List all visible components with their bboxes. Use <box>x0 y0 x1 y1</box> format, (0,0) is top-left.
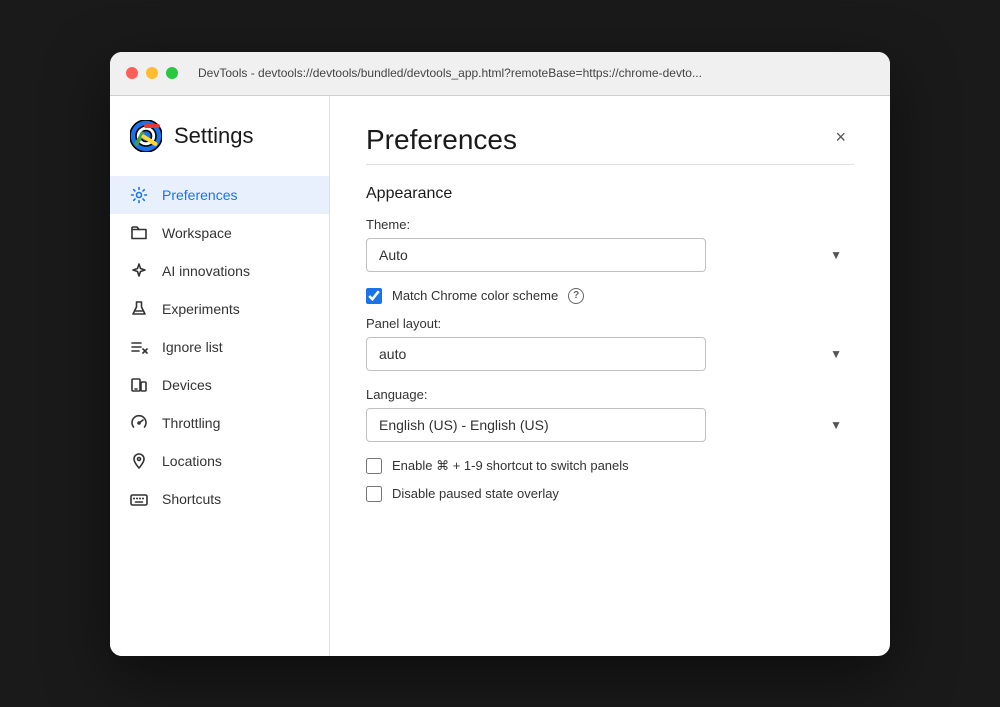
section-divider <box>366 164 854 165</box>
sidebar-item-throttling[interactable]: Throttling <box>110 404 329 442</box>
appearance-section: Appearance Theme: Auto Light Dark System… <box>366 185 854 502</box>
panel-layout-select[interactable]: auto horizontal vertical <box>366 337 706 371</box>
settings-heading: Settings <box>174 123 254 149</box>
device-icon <box>130 376 148 394</box>
shortcut-switch-label: Enable ⌘ + 1-9 shortcut to switch panels <box>392 458 629 474</box>
sidebar-item-workspace[interactable]: Workspace <box>110 214 329 252</box>
sidebar: Settings Preferences <box>110 96 330 656</box>
folder-icon <box>130 224 148 242</box>
match-chrome-checkbox[interactable] <box>366 288 382 304</box>
sidebar-item-ai-innovations[interactable]: AI innovations <box>110 252 329 290</box>
sidebar-item-label-ai: AI innovations <box>162 263 250 279</box>
sidebar-nav: Preferences Workspace <box>110 176 329 518</box>
titlebar-title: DevTools - devtools://devtools/bundled/d… <box>198 66 874 80</box>
content-area: Settings Preferences <box>110 96 890 656</box>
language-select-wrapper: English (US) - English (US) System defau… <box>366 408 854 442</box>
sidebar-item-label-experiments: Experiments <box>162 301 240 317</box>
theme-select-wrapper: Auto Light Dark System preference ▼ <box>366 238 854 272</box>
titlebar: DevTools - devtools://devtools/bundled/d… <box>110 52 890 96</box>
main-content: Preferences × Appearance Theme: Auto Lig… <box>330 96 890 656</box>
sidebar-item-shortcuts[interactable]: Shortcuts <box>110 480 329 518</box>
language-label: Language: <box>366 387 854 402</box>
gear-icon <box>130 186 148 204</box>
gauge-icon <box>130 414 148 432</box>
shortcut-switch-row: Enable ⌘ + 1-9 shortcut to switch panels <box>366 458 854 474</box>
page-title: Preferences <box>366 124 517 156</box>
disable-paused-checkbox[interactable] <box>366 486 382 502</box>
sidebar-item-label-devices: Devices <box>162 377 212 393</box>
panel-layout-select-arrow: ▼ <box>830 347 842 361</box>
sidebar-item-ignore-list[interactable]: Ignore list <box>110 328 329 366</box>
maximize-traffic-light[interactable] <box>166 67 178 79</box>
list-cross-icon <box>130 338 148 356</box>
close-traffic-light[interactable] <box>126 67 138 79</box>
sidebar-item-label-throttling: Throttling <box>162 415 220 431</box>
sidebar-item-label-preferences: Preferences <box>162 187 237 203</box>
sidebar-item-locations[interactable]: Locations <box>110 442 329 480</box>
main-header: Preferences × <box>366 124 854 156</box>
sidebar-item-experiments[interactable]: Experiments <box>110 290 329 328</box>
theme-select[interactable]: Auto Light Dark System preference <box>366 238 706 272</box>
sidebar-item-label-shortcuts: Shortcuts <box>162 491 221 507</box>
match-chrome-help-icon[interactable]: ? <box>568 288 584 304</box>
match-chrome-row: Match Chrome color scheme ? <box>366 288 854 304</box>
sidebar-item-label-locations: Locations <box>162 453 222 469</box>
sidebar-item-label-workspace: Workspace <box>162 225 232 241</box>
language-select[interactable]: English (US) - English (US) System defau… <box>366 408 706 442</box>
panel-layout-label: Panel layout: <box>366 316 854 331</box>
language-select-arrow: ▼ <box>830 418 842 432</box>
match-chrome-label: Match Chrome color scheme <box>392 288 558 303</box>
sidebar-item-devices[interactable]: Devices <box>110 366 329 404</box>
panel-layout-select-wrapper: auto horizontal vertical ▼ <box>366 337 854 371</box>
chrome-icon <box>130 120 162 152</box>
keyboard-icon <box>130 490 148 508</box>
sparkle-icon <box>130 262 148 280</box>
app-window: DevTools - devtools://devtools/bundled/d… <box>110 52 890 656</box>
appearance-title: Appearance <box>366 185 854 203</box>
disable-paused-row: Disable paused state overlay <box>366 486 854 502</box>
close-button[interactable]: × <box>827 124 854 150</box>
sidebar-item-preferences[interactable]: Preferences <box>110 176 329 214</box>
theme-select-arrow: ▼ <box>830 248 842 262</box>
pin-icon <box>130 452 148 470</box>
sidebar-item-label-ignore: Ignore list <box>162 339 223 355</box>
minimize-traffic-light[interactable] <box>146 67 158 79</box>
sidebar-header: Settings <box>110 120 329 176</box>
shortcut-switch-checkbox[interactable] <box>366 458 382 474</box>
disable-paused-label: Disable paused state overlay <box>392 486 559 501</box>
theme-label: Theme: <box>366 217 854 232</box>
flask-icon <box>130 300 148 318</box>
